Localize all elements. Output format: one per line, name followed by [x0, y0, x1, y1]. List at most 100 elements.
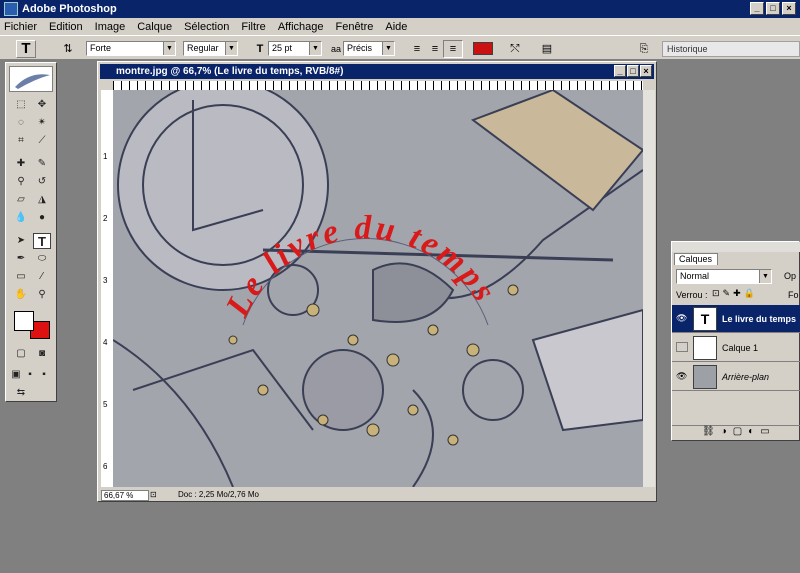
layer-name: Calque 1: [722, 343, 759, 353]
menu-fichier[interactable]: Fichier: [4, 21, 37, 33]
align-left-icon[interactable]: ≡: [407, 40, 427, 58]
ruler-label: 3: [103, 276, 108, 285]
text-layer-thumb-icon: T: [693, 307, 717, 331]
eye-icon[interactable]: 👁: [676, 371, 688, 381]
photoshop-icon: [4, 2, 18, 16]
zoom-level-field[interactable]: 66,67 %: [101, 490, 149, 501]
screen-mode-3-icon[interactable]: ▪: [37, 367, 51, 383]
bucket-tool-icon[interactable]: ◮: [33, 192, 51, 208]
healing-brush-icon[interactable]: ✚: [12, 156, 30, 172]
layers-palette: Calques Normal ▼ Op Verrou : ⊡✎✚🔒 Fo 👁 T …: [671, 241, 800, 441]
menu-filtre[interactable]: Filtre: [241, 21, 265, 33]
font-style-select[interactable]: Regular ▼: [183, 41, 238, 56]
marquee-tool-icon[interactable]: ⬚: [12, 97, 30, 113]
layer-row-text[interactable]: 👁 T Le livre du temps: [672, 305, 800, 333]
doc-maximize-button[interactable]: □: [627, 65, 639, 77]
options-bar: T ⇅ Forte ▼ Regular ▼ T 25 pt ▼ aa Précis ▼ …: [0, 35, 800, 60]
vertical-scrollbar[interactable]: [643, 90, 655, 487]
zoom-tool-icon[interactable]: ⚲: [33, 287, 51, 303]
menu-affichage[interactable]: Affichage: [278, 21, 324, 33]
vertical-ruler: 1 2 3 4 5 6: [101, 90, 113, 487]
fill-label: Fo: [788, 290, 799, 300]
app-title-bar: Adobe Photoshop _ □ ×: [0, 0, 800, 18]
lasso-tool-icon[interactable]: ◌: [12, 115, 30, 131]
type-tool-icon[interactable]: T: [33, 233, 51, 249]
foreground-color-swatch[interactable]: [14, 311, 34, 331]
eye-toggle-off[interactable]: [676, 342, 688, 352]
doc-minimize-button[interactable]: _: [614, 65, 626, 77]
layer-row-calque1[interactable]: Calque 1: [672, 334, 800, 362]
align-center-icon[interactable]: ≡: [425, 40, 445, 58]
history-brush-icon[interactable]: ↺: [33, 174, 51, 190]
minimize-button[interactable]: _: [750, 2, 764, 15]
hand-tool-icon[interactable]: ✋: [12, 287, 30, 303]
close-button[interactable]: ×: [782, 2, 796, 15]
doc-size-info: Doc : 2,25 Mo/2,76 Mo: [178, 490, 259, 499]
warp-text-icon[interactable]: ⤲: [505, 40, 525, 58]
path-select-icon[interactable]: ➤: [12, 233, 30, 249]
eraser-tool-icon[interactable]: ▱: [12, 192, 30, 208]
doc-close-button[interactable]: ×: [640, 65, 652, 77]
status-icon[interactable]: ⊡: [150, 490, 162, 501]
menu-selection[interactable]: Sélection: [184, 21, 229, 33]
opacity-label: Op: [784, 271, 797, 281]
layer-name: Le livre du temps: [722, 314, 797, 324]
layer-actions-bar[interactable]: ⛓◑▢◐▭: [672, 425, 800, 440]
font-size-icon: T: [256, 43, 264, 55]
shape-tool-icon[interactable]: ⬭: [33, 251, 51, 267]
align-right-icon[interactable]: ≡: [443, 40, 463, 58]
adobe-logo: [9, 66, 53, 92]
ruler-label: 4: [103, 338, 108, 347]
image-canvas[interactable]: Le livre du temps: [113, 90, 643, 487]
palettes-icon[interactable]: ▤: [537, 40, 557, 58]
document-title: montre.jpg @ 66,7% (Le livre du temps, R…: [116, 66, 344, 77]
eyedropper-icon[interactable]: ⁄: [33, 269, 51, 285]
layer-row-background[interactable]: 👁 Arrière-plan: [672, 363, 800, 391]
ruler-label: 6: [103, 462, 108, 471]
antialias-select[interactable]: Précis ▼: [343, 41, 395, 56]
slice-tool-icon[interactable]: ⟋: [33, 133, 51, 149]
history-palette-tab[interactable]: Historique: [662, 41, 800, 57]
tab-calques[interactable]: Calques: [674, 253, 718, 265]
text-color-swatch[interactable]: [473, 42, 493, 55]
text-orientation-icon[interactable]: ⇅: [58, 40, 78, 58]
stamp-tool-icon[interactable]: ⚲: [12, 174, 30, 190]
menu-edition[interactable]: Edition: [49, 21, 83, 33]
quick-mask-icon[interactable]: ◙: [33, 346, 51, 362]
font-family-select[interactable]: Forte ▼: [86, 41, 176, 56]
horizontal-ruler: [113, 81, 643, 90]
imageready-icon[interactable]: ⇆: [12, 385, 30, 401]
file-browser-icon[interactable]: ⎘: [634, 40, 654, 58]
standard-mode-icon[interactable]: ▢: [12, 346, 30, 362]
lock-icons[interactable]: ⊡✎✚🔒: [712, 288, 758, 299]
type-tool-preset-icon[interactable]: T: [16, 40, 36, 58]
menu-aide[interactable]: Aide: [385, 21, 407, 33]
crop-tool-icon[interactable]: ⌗: [12, 133, 30, 149]
maximize-button[interactable]: □: [766, 2, 780, 15]
ruler-label: 2: [103, 214, 108, 223]
app-title: Adobe Photoshop: [22, 3, 117, 15]
font-size-select[interactable]: 25 pt ▼: [268, 41, 322, 56]
ruler-label: 5: [103, 400, 108, 409]
background-layer-thumb: [693, 365, 717, 389]
eye-icon[interactable]: 👁: [676, 313, 688, 323]
dodge-tool-icon[interactable]: ●: [33, 210, 51, 226]
lock-label: Verrou :: [676, 290, 708, 300]
menu-calque[interactable]: Calque: [137, 21, 172, 33]
toolbox: ⬚ ✥ ◌ ✴ ⌗ ⟋ ✚ ✎ ⚲ ↺ ▱ ◮ 💧 ● ➤ T ✒ ⬭ ▭ ⁄ …: [5, 62, 57, 402]
blend-mode-select[interactable]: Normal ▼: [676, 269, 772, 284]
menu-bar: Fichier Edition Image Calque Sélection F…: [0, 18, 800, 35]
move-tool-icon[interactable]: ✥: [33, 97, 51, 113]
notes-tool-icon[interactable]: ▭: [12, 269, 30, 285]
pen-tool-icon[interactable]: ✒: [12, 251, 30, 267]
magic-wand-icon[interactable]: ✴: [33, 115, 51, 131]
screen-mode-1-icon[interactable]: ▣: [9, 367, 23, 383]
menu-fenetre[interactable]: Fenêtre: [335, 21, 373, 33]
blank-layer-thumb: [693, 336, 717, 360]
brush-tool-icon[interactable]: ✎: [33, 156, 51, 172]
blur-tool-icon[interactable]: 💧: [12, 210, 30, 226]
ruler-label: 1: [103, 152, 108, 161]
layer-name: Arrière-plan: [722, 372, 770, 382]
screen-mode-2-icon[interactable]: ▪: [23, 367, 37, 383]
menu-image[interactable]: Image: [95, 21, 126, 33]
